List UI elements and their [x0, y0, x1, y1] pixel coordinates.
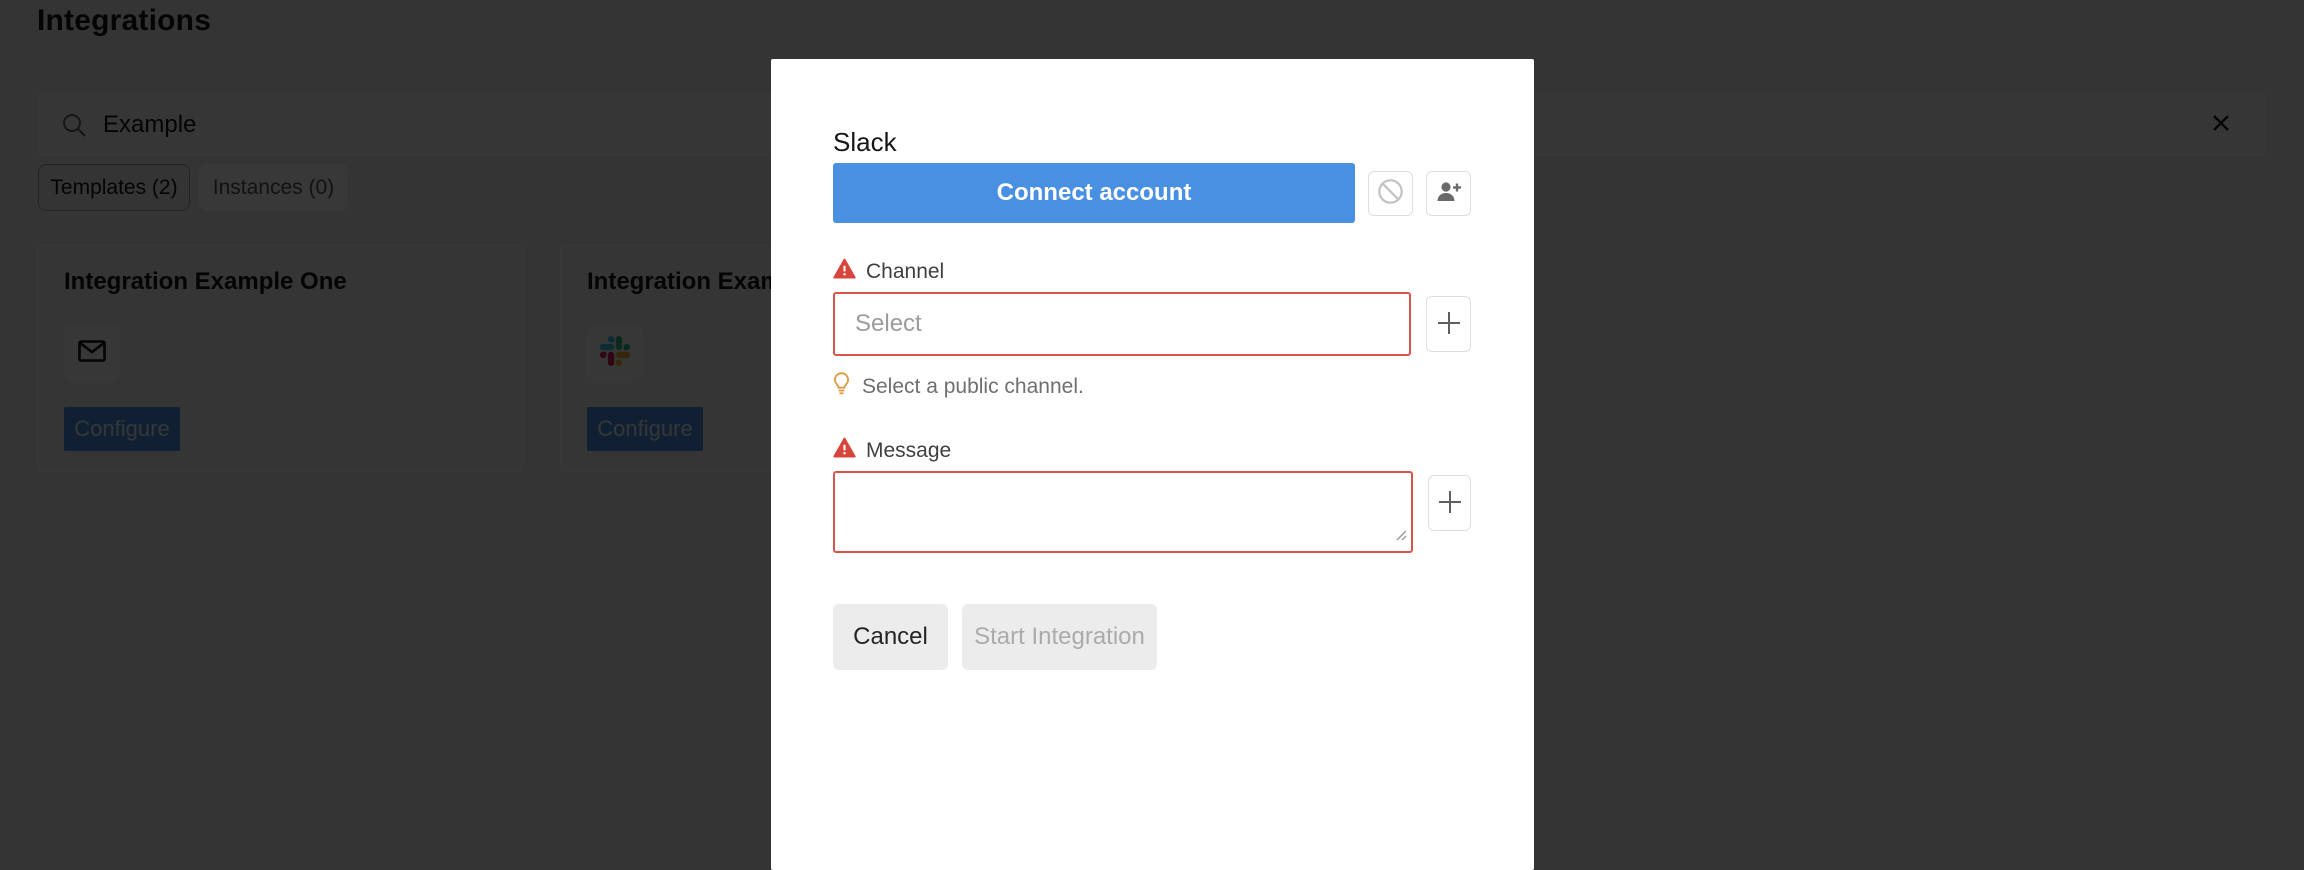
connect-account-row: Connect account	[833, 163, 1471, 223]
connect-account-button[interactable]: Connect account	[833, 163, 1355, 223]
add-message-variable-button[interactable]	[1428, 475, 1471, 531]
lightbulb-icon	[833, 372, 850, 401]
message-input-row	[833, 471, 1471, 553]
channel-input-row: Select	[833, 292, 1471, 356]
person-add-icon	[1435, 179, 1463, 208]
hint-text: Select a public channel.	[862, 375, 1084, 399]
channel-field-label: Channel	[833, 258, 1471, 285]
integrations-page: Integrations Templates (2) Instances (0)…	[0, 0, 2304, 870]
channel-select[interactable]: Select	[833, 292, 1411, 356]
warning-icon	[833, 258, 856, 285]
plus-icon	[1436, 310, 1462, 339]
cancel-button[interactable]: Cancel	[833, 604, 948, 670]
message-textarea-wrap	[833, 471, 1413, 553]
add-channel-variable-button[interactable]	[1426, 296, 1471, 352]
field-label-text: Channel	[866, 260, 944, 284]
slack-integration-dialog: Slack Connect account	[771, 59, 1534, 870]
plus-icon	[1437, 489, 1463, 518]
dialog-title: Slack	[833, 125, 1471, 159]
field-label-text: Message	[866, 439, 951, 463]
message-textarea[interactable]	[833, 471, 1413, 553]
warning-icon	[833, 437, 856, 464]
revoke-account-button[interactable]	[1368, 171, 1413, 216]
ban-icon	[1377, 178, 1404, 208]
start-integration-button[interactable]: Start Integration	[962, 604, 1157, 670]
dialog-actions: Cancel Start Integration	[833, 604, 1471, 670]
message-field-label: Message	[833, 437, 1471, 464]
channel-hint: Select a public channel.	[833, 372, 1471, 401]
add-account-button[interactable]	[1426, 171, 1471, 216]
